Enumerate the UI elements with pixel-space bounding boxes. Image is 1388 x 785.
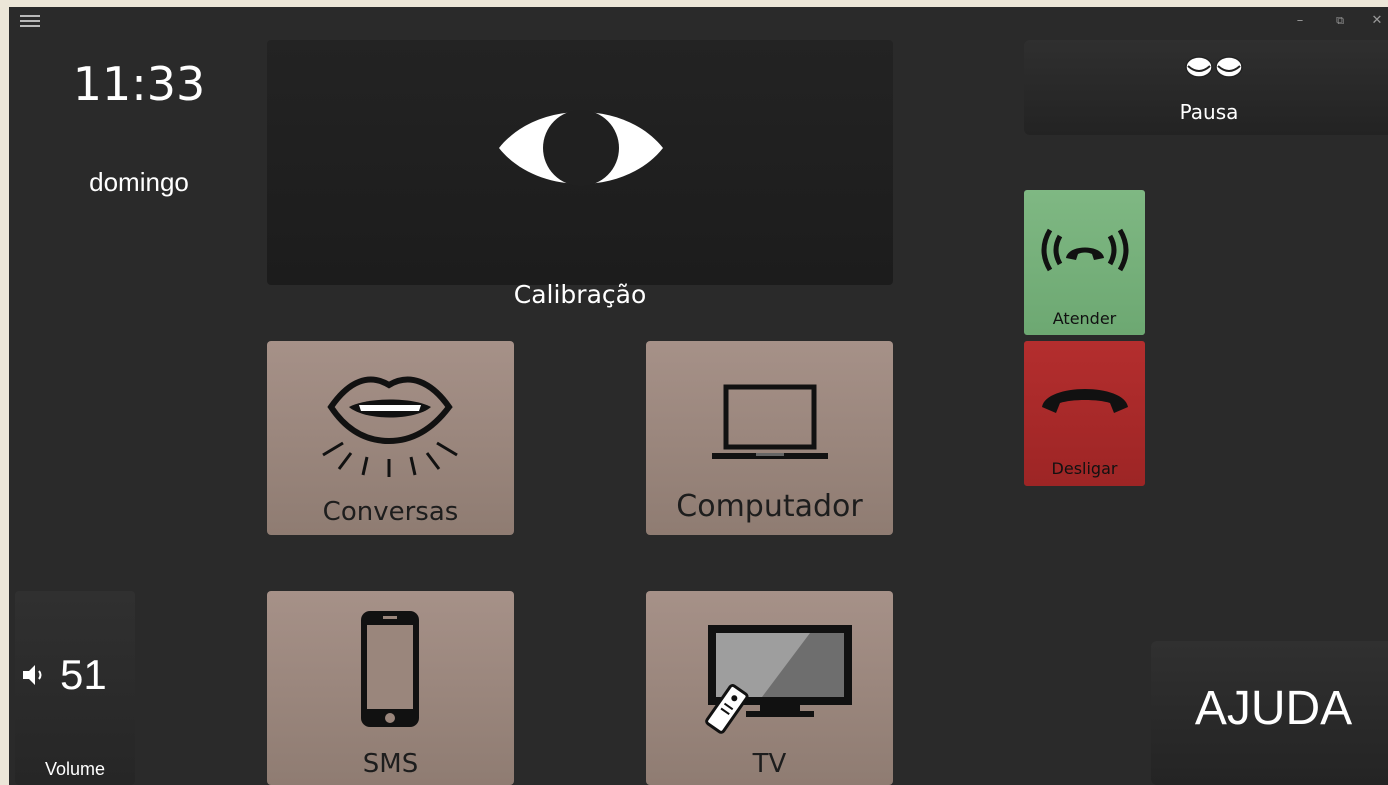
restore-button[interactable]: ⧉ [1327,11,1353,31]
clock-time: 11:33 [72,57,206,111]
minimize-button[interactable]: – [1287,11,1313,31]
tv-icon [705,625,852,734]
ringing-phone-icon [1041,228,1129,272]
answer-label: Atender [1052,309,1117,328]
closed-eyes-icon [1185,56,1243,78]
pause-label: Pausa [1179,100,1239,124]
smartphone-icon [361,611,419,727]
speaker-icon [23,665,42,685]
help-button[interactable]: AJUDA [1151,641,1388,785]
conversations-tile[interactable]: Conversas [267,341,514,535]
eye-icon [499,110,663,186]
computer-label: Computador [676,489,863,524]
hang-up-label: Desligar [1051,459,1118,478]
conversations-label: Conversas [322,497,459,527]
hang-up-phone-icon [1042,389,1128,413]
volume-value: 51 [60,651,107,698]
calibration-label: Calibração [513,280,647,309]
calibration-button[interactable]: Calibração [267,40,893,309]
computer-tile[interactable]: Computador [646,341,893,535]
mouth-icon [322,376,458,477]
volume-label: Volume [44,759,106,779]
pause-button[interactable]: Pausa [1024,40,1388,135]
tv-label: TV [752,749,787,779]
close-button[interactable]: ✕ [1364,11,1388,31]
app-window: – ⧉ ✕ 11:33 domingo Calibração Conversas [9,7,1388,785]
weekday-label: domingo [89,167,189,197]
volume-control[interactable]: 51 Volume [15,591,135,785]
answer-call-button[interactable]: Atender [1024,190,1145,335]
hang-up-button[interactable]: Desligar [1024,341,1145,486]
menu-icon[interactable] [20,15,40,27]
laptop-icon [712,384,828,459]
sms-label: SMS [362,749,419,779]
help-label: AJUDA [1194,682,1353,735]
tv-tile[interactable]: TV [646,591,893,785]
sms-tile[interactable]: SMS [267,591,514,785]
title-bar: – ⧉ ✕ [9,7,1388,35]
